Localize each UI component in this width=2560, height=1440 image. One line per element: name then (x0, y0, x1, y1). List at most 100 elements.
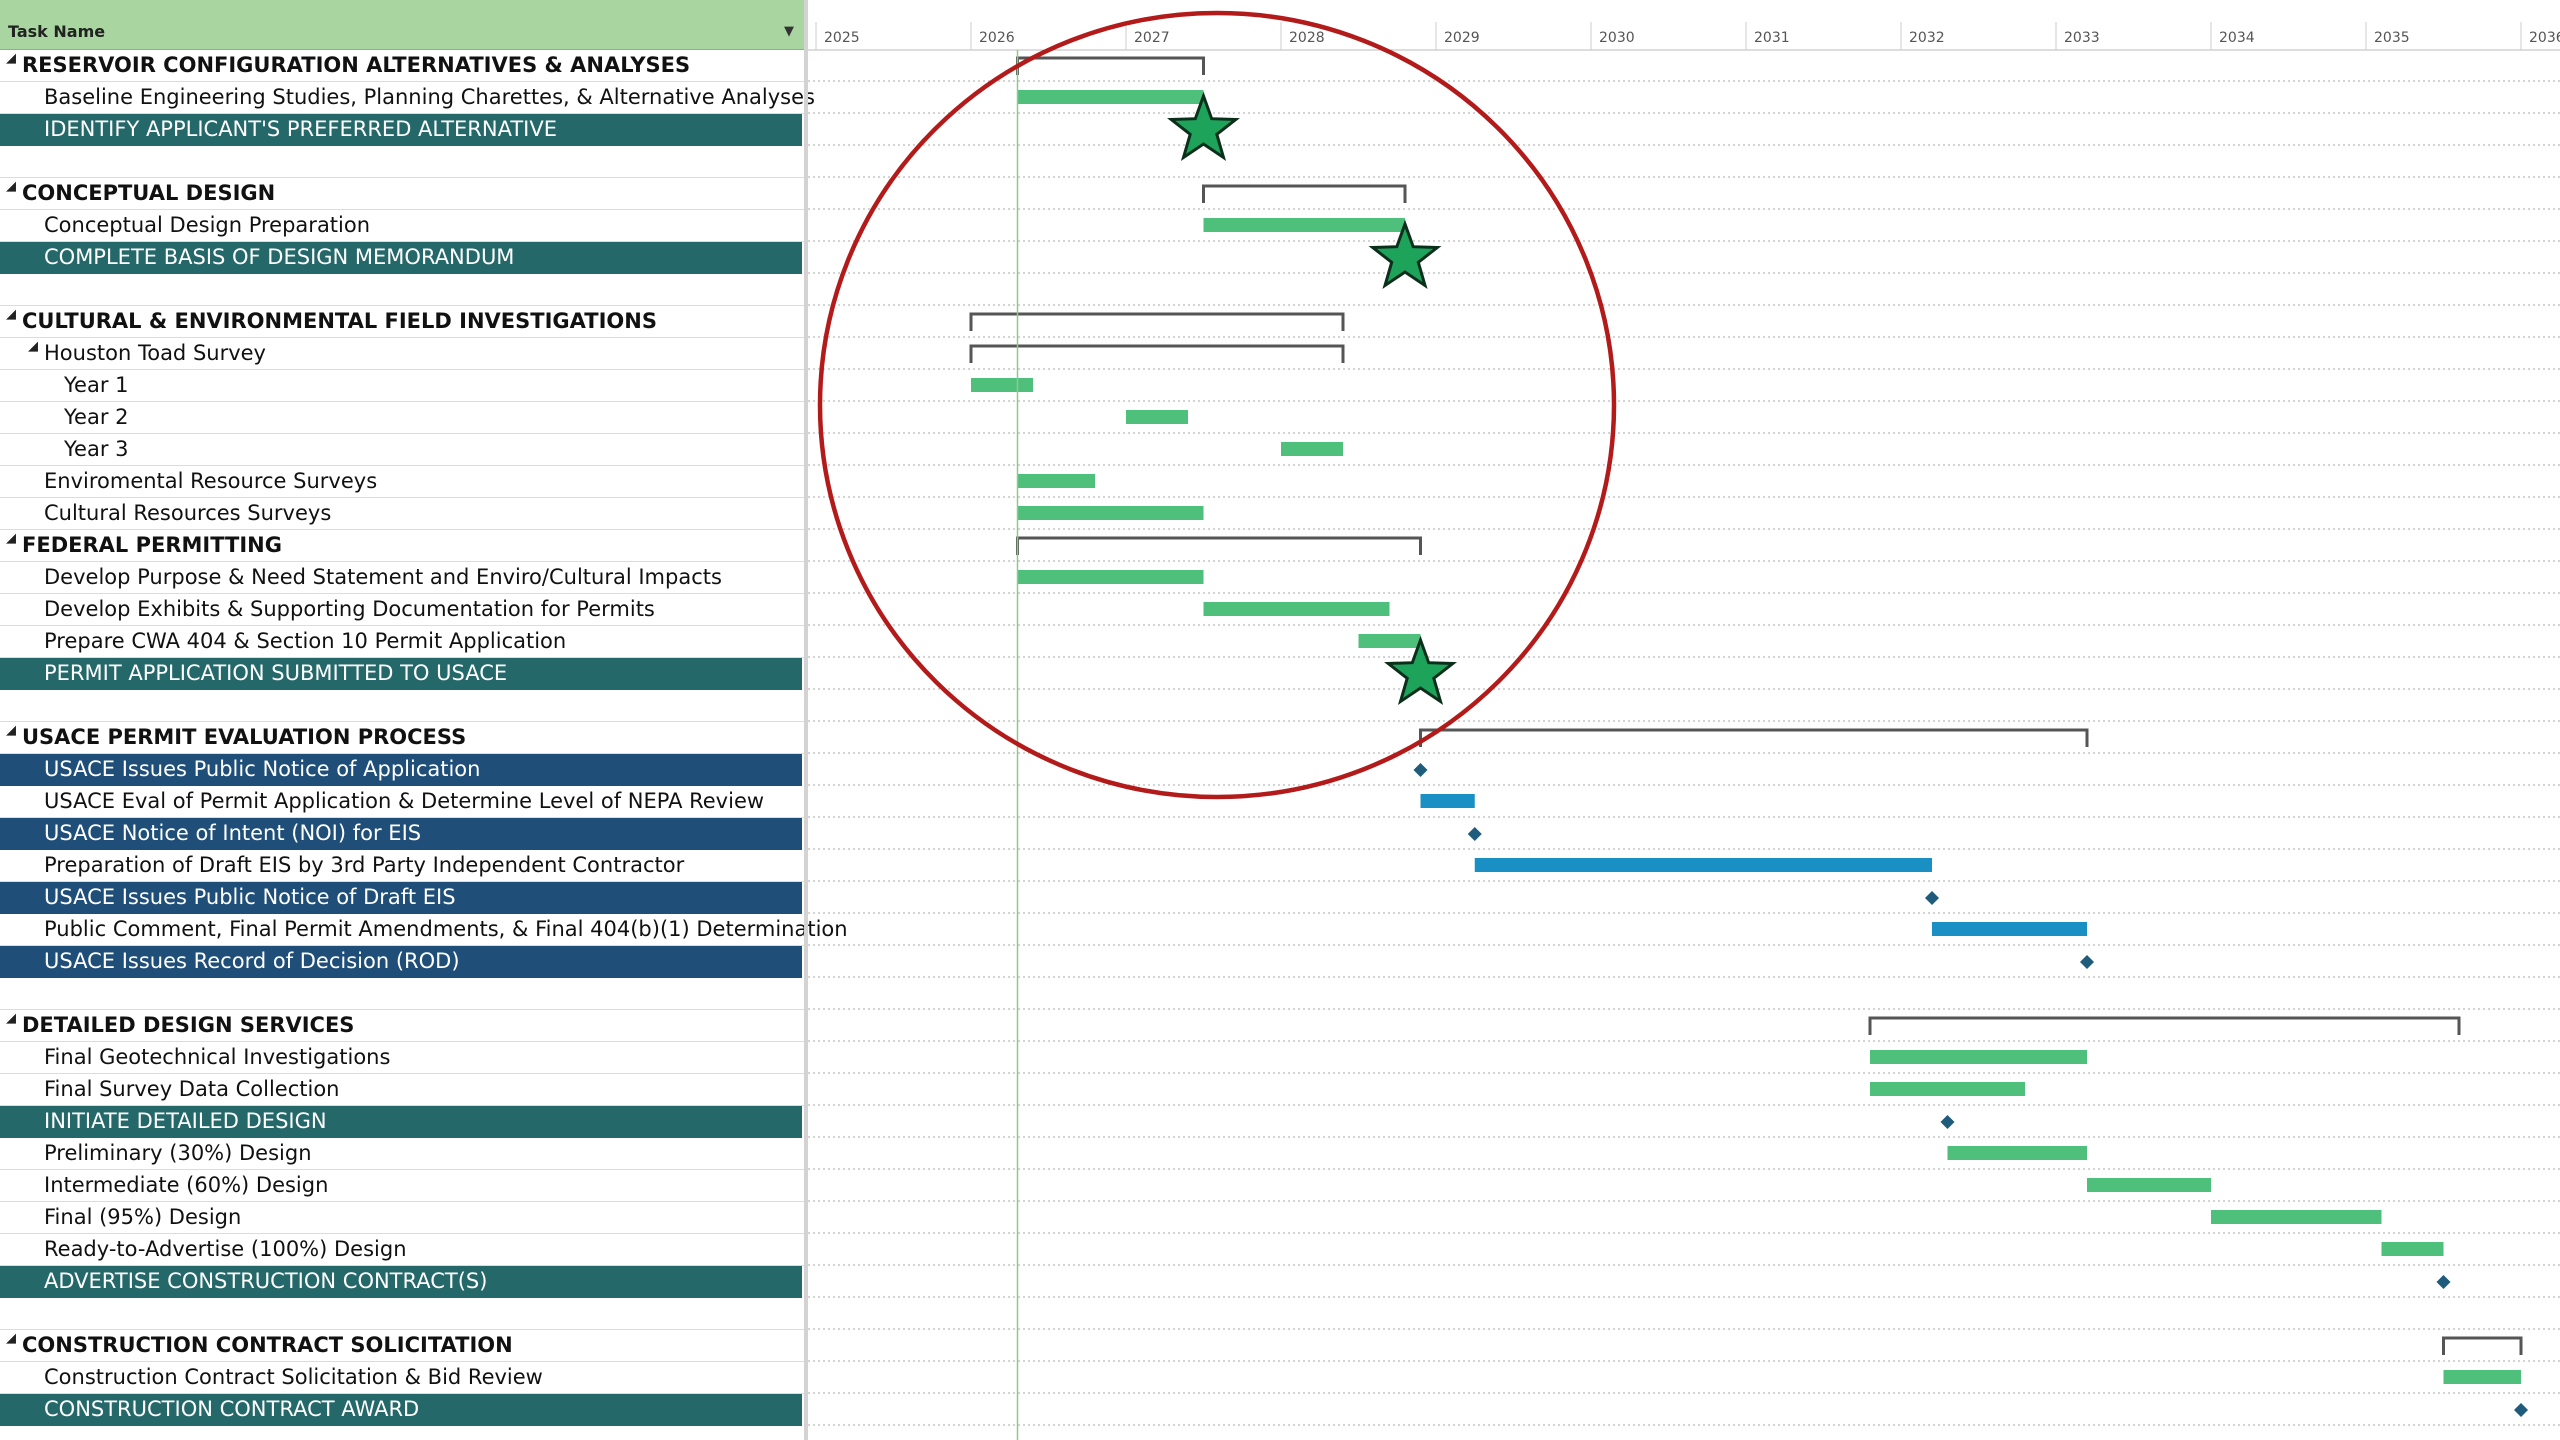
task-row[interactable]: ◢ CONSTRUCTION CONTRACT SOLICITATION (0, 1330, 804, 1362)
task-bar (1474, 858, 1932, 872)
task-bar (2211, 1210, 2382, 1224)
task-row[interactable]: ◢ CONCEPTUAL DESIGN (0, 178, 804, 210)
collapse-triangle-icon[interactable]: ◢ (6, 1331, 16, 1346)
task-row[interactable]: IDENTIFY APPLICANT'S PREFERRED ALTERNATI… (0, 114, 802, 146)
task-name: Year 2 (64, 405, 129, 429)
task-bar (1203, 602, 1390, 616)
task-row[interactable]: PERMIT APPLICATION SUBMITTED TO USACE (0, 658, 802, 690)
task-name-header-label: Task Name (8, 22, 106, 41)
task-row[interactable]: Baseline Engineering Studies, Planning C… (0, 82, 815, 114)
gantt-window: Task Name ▼ ◢ RESERVOIR CONFIGURATION ALT… (0, 0, 2560, 1440)
task-name: IDENTIFY APPLICANT'S PREFERRED ALTERNATI… (44, 117, 558, 141)
collapse-triangle-icon[interactable]: ◢ (6, 307, 16, 322)
task-bar (1281, 442, 1343, 456)
task-bar (1126, 410, 1188, 424)
task-row[interactable]: USACE Notice of Intent (NOI) for EIS (0, 818, 802, 850)
task-row[interactable]: ADVERTISE CONSTRUCTION CONTRACT(S) (0, 1266, 802, 1298)
summary-bracket (1419, 728, 2089, 747)
task-row[interactable]: INITIATE DETAILED DESIGN (0, 1106, 802, 1138)
milestone-diamond (1925, 891, 1939, 905)
task-bar (1870, 1050, 2087, 1064)
task-row[interactable]: Year 3 (0, 434, 804, 466)
task-name: Intermediate (60%) Design (44, 1173, 329, 1197)
task-name: PERMIT APPLICATION SUBMITTED TO USACE (44, 661, 508, 685)
milestone-star-icon (1384, 635, 1457, 706)
collapse-triangle-icon[interactable]: ◢ (6, 1011, 16, 1026)
task-name: USACE Issues Record of Decision (ROD) (44, 949, 460, 973)
task-row[interactable]: CONSTRUCTION CONTRACT AWARD (0, 1394, 802, 1426)
task-row[interactable]: ◢ CULTURAL & ENVIRONMENTAL FIELD INVESTIG… (0, 306, 804, 338)
task-row[interactable]: Construction Contract Solicitation & Bid… (0, 1362, 804, 1394)
task-row[interactable]: ◢ RESERVOIR CONFIGURATION ALTERNATIVES & … (0, 50, 804, 82)
dropdown-arrow-icon[interactable]: ▼ (784, 24, 794, 39)
task-name: Conceptual Design Preparation (44, 213, 371, 237)
task-row[interactable]: Develop Exhibits & Supporting Documentat… (0, 594, 804, 626)
blank-row (0, 978, 804, 1010)
task-row[interactable]: USACE Issues Public Notice of Draft EIS (0, 882, 802, 914)
task-row[interactable]: Conceptual Design Preparation (0, 210, 804, 242)
task-row[interactable]: USACE Issues Public Notice of Applicatio… (0, 754, 802, 786)
task-row[interactable]: Public Comment, Final Permit Amendments,… (0, 914, 848, 946)
task-name: CULTURAL & ENVIRONMENTAL FIELD INVESTIGA… (22, 309, 657, 333)
year-tick-label-2028: 2028 (1289, 30, 1325, 46)
task-name: Final Survey Data Collection (44, 1077, 340, 1101)
task-name: CONSTRUCTION CONTRACT AWARD (44, 1397, 420, 1421)
task-name: INITIATE DETAILED DESIGN (44, 1109, 327, 1133)
task-name: USACE Issues Public Notice of Draft EIS (44, 885, 456, 909)
summary-bracket (1202, 184, 1407, 203)
summary-bracket (969, 344, 1345, 363)
task-row[interactable]: Enviromental Resource Surveys (0, 466, 804, 498)
collapse-triangle-icon[interactable]: ◢ (6, 723, 16, 738)
task-row[interactable]: USACE Issues Record of Decision (ROD) (0, 946, 802, 978)
milestone-diamond (2436, 1275, 2451, 1289)
task-list-panel: Task Name ▼ ◢ RESERVOIR CONFIGURATION ALT… (0, 0, 848, 1440)
task-row[interactable]: ◢ FEDERAL PERMITTING (0, 530, 804, 562)
task-row[interactable]: ◢ DETAILED DESIGN SERVICES (0, 1010, 804, 1042)
task-row[interactable]: Final (95%) Design (0, 1202, 804, 1234)
summary-bracket (1016, 536, 1422, 555)
blank-row (0, 274, 804, 306)
task-name-column-header[interactable]: Task Name ▼ (0, 0, 804, 50)
task-row[interactable]: USACE Eval of Permit Application & Deter… (0, 786, 804, 818)
task-name: Construction Contract Solicitation & Bid… (44, 1365, 543, 1389)
task-row[interactable]: ◢ USACE PERMIT EVALUATION PROCESS (0, 722, 804, 754)
milestone-diamond (1940, 1115, 1955, 1129)
milestone-star-icon (1368, 219, 1442, 290)
task-name: Baseline Engineering Studies, Planning C… (44, 85, 815, 109)
task-bar (1017, 506, 1204, 520)
task-name: Year 1 (64, 373, 129, 397)
task-row[interactable]: Intermediate (60%) Design (0, 1170, 804, 1202)
task-row[interactable]: Preparation of Draft EIS by 3rd Party In… (0, 850, 804, 882)
task-row[interactable]: Prepare CWA 404 & Section 10 Permit Appl… (0, 626, 804, 658)
task-row[interactable]: Year 1 (0, 370, 804, 402)
task-name: USACE Notice of Intent (NOI) for EIS (44, 821, 422, 845)
task-bar (1017, 570, 1204, 584)
task-name: Develop Purpose & Need Statement and Env… (44, 565, 722, 589)
year-tick-label-2026: 2026 (979, 30, 1015, 46)
task-bar (1870, 1082, 2025, 1096)
milestone-star-icon (1167, 91, 1240, 162)
task-bar (2381, 1242, 2444, 1256)
task-row[interactable]: Year 2 (0, 402, 804, 434)
task-row[interactable]: Cultural Resources Surveys (0, 498, 804, 530)
task-row[interactable]: Ready-to-Advertise (100%) Design (0, 1234, 804, 1266)
task-bar (1932, 922, 2087, 936)
task-row[interactable]: ◢ Houston Toad Survey (0, 338, 804, 370)
task-row[interactable]: Final Survey Data Collection (0, 1074, 804, 1106)
collapse-triangle-icon[interactable]: ◢ (6, 531, 16, 546)
task-name: Final (95%) Design (44, 1205, 242, 1229)
task-row[interactable]: Develop Purpose & Need Statement and Env… (0, 562, 804, 594)
task-row[interactable]: Final Geotechnical Investigations (0, 1042, 804, 1074)
task-name: Cultural Resources Surveys (44, 501, 332, 525)
task-name: RESERVOIR CONFIGURATION ALTERNATIVES & A… (22, 53, 691, 77)
task-name: DETAILED DESIGN SERVICES (22, 1013, 355, 1037)
summary-bracket (969, 312, 1345, 331)
task-row[interactable]: COMPLETE BASIS OF DESIGN MEMORANDUM (0, 242, 802, 274)
year-tick-label-2036: 2036 (2529, 30, 2560, 46)
collapse-triangle-icon[interactable]: ◢ (6, 51, 16, 66)
collapse-triangle-icon[interactable]: ◢ (28, 339, 38, 354)
task-name: Prepare CWA 404 & Section 10 Permit Appl… (44, 629, 567, 653)
collapse-triangle-icon[interactable]: ◢ (6, 179, 16, 194)
task-row[interactable]: Preliminary (30%) Design (0, 1138, 804, 1170)
task-bar (2087, 1178, 2211, 1192)
